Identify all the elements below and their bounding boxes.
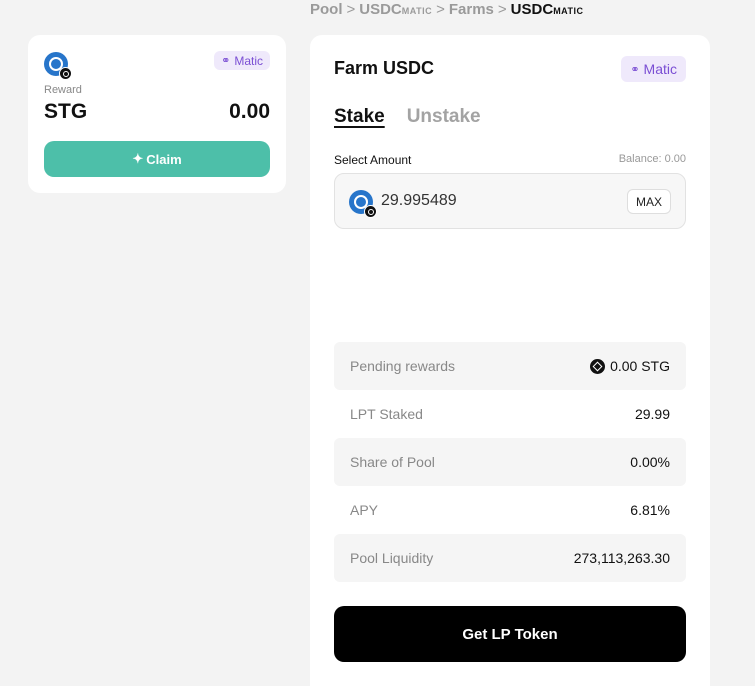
stat-label: APY: [350, 502, 379, 518]
pending-rewards-value: 0.00 STG: [610, 358, 670, 374]
stat-row-apy: APY 6.81%: [334, 486, 686, 534]
stat-value: 6.81%: [630, 502, 670, 518]
claim-label: Claim: [146, 151, 182, 167]
stat-label: Share of Pool: [350, 454, 435, 470]
chain-chip-label: Matic: [234, 53, 263, 68]
max-button[interactable]: MAX: [627, 189, 671, 214]
amount-input[interactable]: 29.995489 MAX: [334, 173, 686, 229]
reward-token: STG: [44, 100, 88, 123]
chain-chip: ⚭ Matic: [621, 56, 686, 82]
reward-amount: 0.00: [229, 100, 270, 123]
usdc-icon: [349, 190, 377, 218]
amount-value[interactable]: 29.995489: [381, 192, 457, 210]
balance-label: Balance: 0.00: [618, 153, 686, 165]
breadcrumb-usdc-label: USDC: [359, 1, 402, 18]
farm-card: Farm USDC ⚭ Matic Stake Unstake Select A…: [310, 35, 710, 686]
breadcrumb-usdc-chain: MATIC: [401, 6, 433, 16]
farm-title: Farm USDC: [334, 58, 435, 78]
stake-tabs: Stake Unstake: [334, 106, 481, 128]
stat-row-lpt-staked: LPT Staked 29.99: [334, 390, 686, 438]
breadcrumb-current-chain: MATIC: [553, 6, 584, 16]
stat-value: 29.99: [634, 406, 670, 422]
breadcrumb-current-label: USDC: [510, 1, 554, 18]
chain-chip: ⚭ Matic: [214, 51, 270, 70]
tab-stake[interactable]: Stake: [334, 106, 385, 128]
stat-label: Pending rewards: [350, 358, 456, 374]
stat-row-pool-liquidity: Pool Liquidity 273,113,263.30: [334, 534, 686, 582]
pool-stats: Pending rewards 0.00 STG LPT Staked 29.9…: [334, 342, 686, 582]
breadcrumb-separator: >: [346, 1, 356, 18]
sparkle-icon: ✦: [132, 151, 144, 166]
stat-value: 0.00 STG: [590, 358, 670, 374]
tab-unstake[interactable]: Unstake: [407, 106, 481, 128]
breadcrumb-pool[interactable]: Pool: [310, 1, 343, 18]
stargate-badge-icon: [364, 205, 377, 218]
stat-label: Pool Liquidity: [350, 550, 434, 566]
breadcrumb-farms[interactable]: Farms: [449, 1, 494, 18]
breadcrumb-separator: >: [497, 1, 507, 18]
stat-value: 273,113,263.30: [573, 550, 670, 566]
chain-chip-label: Matic: [643, 61, 677, 77]
claim-button[interactable]: ✦ Claim: [44, 141, 270, 177]
select-amount-label: Select Amount: [334, 153, 412, 167]
stat-row-share-of-pool: Share of Pool 0.00%: [334, 438, 686, 486]
link-icon: ⚭: [630, 63, 640, 76]
breadcrumb-usdc-pool[interactable]: USDCMATIC: [359, 1, 432, 18]
get-lp-token-button[interactable]: Get LP Token: [334, 606, 686, 662]
breadcrumb: Pool > USDCMATIC > Farms > USDCMATIC: [310, 1, 584, 18]
reward-label: Reward: [44, 84, 82, 96]
link-icon: ⚭: [221, 55, 231, 67]
breadcrumb-separator: >: [436, 1, 445, 18]
stargate-badge-icon: [59, 67, 72, 80]
stat-label: LPT Staked: [350, 406, 423, 422]
stat-value: 0.00%: [630, 454, 670, 470]
reward-card: ⚭ Matic Reward STG 0.00 ✦ Claim: [28, 35, 286, 193]
breadcrumb-current: USDCMATIC: [511, 1, 584, 18]
stg-token-icon: [590, 358, 606, 374]
usdc-icon: [44, 52, 72, 80]
stat-row-pending-rewards: Pending rewards 0.00 STG: [334, 342, 686, 390]
